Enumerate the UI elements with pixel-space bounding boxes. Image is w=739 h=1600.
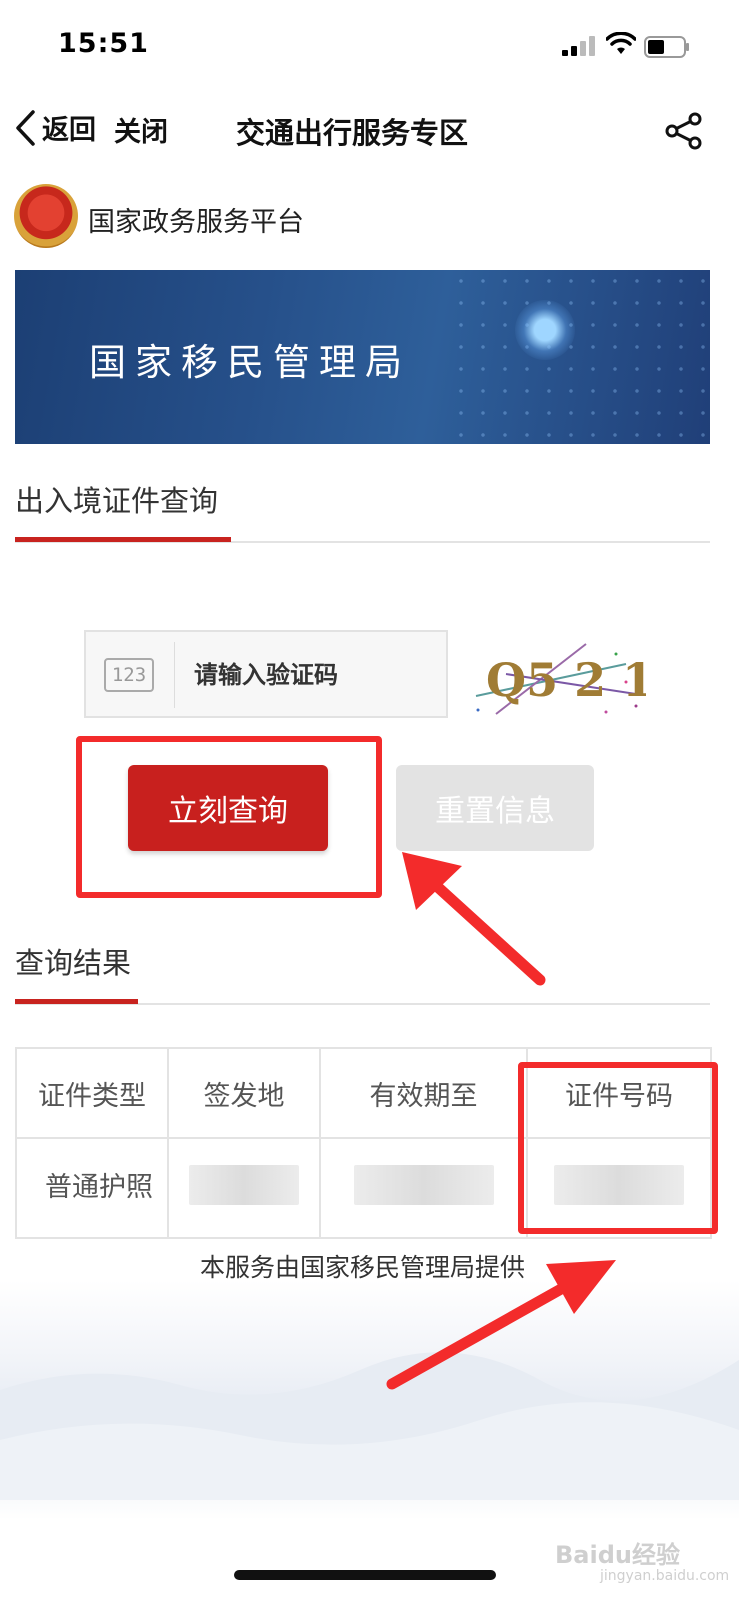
platform-name: 国家政务服务平台 <box>88 207 304 238</box>
agency-banner: 国家移民管理局 <box>15 270 710 444</box>
banner-dot-pattern <box>450 270 710 444</box>
column-header: 证件类型 <box>15 1047 169 1139</box>
share-icon[interactable] <box>664 112 704 150</box>
close-button[interactable]: 关闭 <box>114 110 168 149</box>
baidu-jingyan-watermark: Baidu经验 <box>555 1541 680 1569</box>
page-title: 交通出行服务专区 <box>236 116 469 150</box>
captcha-input[interactable] <box>192 632 446 718</box>
column-header: 有效期至 <box>319 1047 528 1139</box>
national-emblem-icon <box>14 184 78 248</box>
section-underline <box>15 999 138 1004</box>
query-section-title: 出入境证件查询 <box>15 484 219 518</box>
home-indicator[interactable] <box>234 1570 496 1580</box>
wifi-icon <box>606 32 636 54</box>
table-cell-redacted <box>319 1137 528 1239</box>
annotation-highlight-box <box>76 736 382 898</box>
chevron-left-icon <box>16 109 35 146</box>
annotation-arrow-icon <box>402 852 546 986</box>
table-cell: 普通护照 <box>15 1137 169 1239</box>
watermark-url: jingyan.baidu.com <box>600 1568 730 1584</box>
captcha-image[interactable]: Q5 2 1 <box>466 634 646 720</box>
column-header: 签发地 <box>167 1047 321 1139</box>
captcha-text: Q5 2 1 <box>486 653 646 707</box>
banner-title: 国家移民管理局 <box>89 341 411 384</box>
status-time: 15:51 <box>58 28 149 59</box>
back-label: 返回 <box>42 115 96 146</box>
cellular-signal-icon <box>562 36 595 56</box>
captcha-field[interactable]: 123 <box>84 630 448 718</box>
captcha-divider <box>174 642 175 708</box>
results-section-title: 查询结果 <box>15 946 132 980</box>
table-cell-redacted <box>167 1137 321 1239</box>
back-button[interactable]: 返回 <box>14 108 96 147</box>
keypad-123-icon: 123 <box>104 658 154 692</box>
annotation-highlight-box <box>518 1062 718 1234</box>
reset-button[interactable]: 重置信息 <box>396 765 594 851</box>
annotation-arrow-icon <box>386 1260 616 1390</box>
section-underline <box>15 537 231 542</box>
battery-icon <box>644 36 689 58</box>
banner-glow <box>515 300 575 360</box>
